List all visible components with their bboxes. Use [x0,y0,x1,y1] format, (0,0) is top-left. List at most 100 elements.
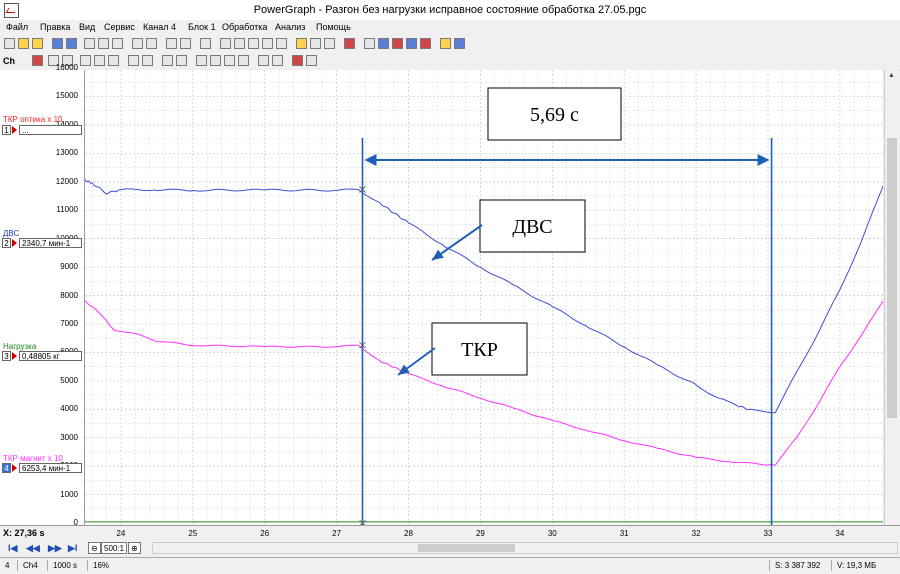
record-icon[interactable] [220,38,231,49]
view-toolbar: Ch [0,53,900,71]
channel-arrow-icon[interactable] [12,352,17,360]
zoom-analysis-icon[interactable] [378,38,389,49]
y-tick-label: 4000 [60,404,78,414]
menu-analysis[interactable]: Анализ [275,22,305,32]
y-tick-label: 13000 [55,148,78,158]
layout-icon[interactable] [272,55,283,66]
fit-icon[interactable] [108,55,119,66]
menu-block[interactable]: Блок 1 [188,22,216,32]
function-icon[interactable] [344,38,355,49]
grid-icon[interactable] [258,55,269,66]
x-axis-row: X: 27,36 s 24 25 26 27 28 29 30 31 32 33 34 [0,525,900,541]
table-edit-icon[interactable] [310,38,321,49]
menu-edit[interactable]: Правка [40,22,70,32]
y-tick-label: 1000 [60,489,78,499]
page-first-icon[interactable] [196,55,207,66]
channel-down-icon[interactable] [176,55,187,66]
open-folder-icon[interactable] [18,38,29,49]
menu-processing[interactable]: Обработка [222,22,267,32]
scale-icon[interactable] [142,55,153,66]
statistics-icon[interactable] [420,38,431,49]
channel-selector[interactable]: Ch [3,56,15,66]
channel-value: 6253,4 мин-1 [19,463,82,473]
vertical-scroll-thumb[interactable] [887,138,897,418]
channel-arrow-icon[interactable] [12,464,17,472]
channel-value: 2340,7 мин-1 [19,238,82,248]
menu-service[interactable]: Сервис [104,22,135,32]
y-tick-label: 11000 [56,205,78,215]
save-as-icon[interactable] [66,38,77,49]
cursor-readout: X: 27,36 s [3,528,45,538]
monitor-icon[interactable] [248,38,259,49]
page-next-icon[interactable] [224,55,235,66]
x-tick-label: 33 [763,529,773,538]
channel-number[interactable]: 1 [2,125,11,135]
zoom-out-button[interactable]: ⊖ [88,542,101,554]
channel-row-4[interactable]: 4 6253,4 мин-1 [2,463,82,473]
x-tick-label: 32 [691,529,701,538]
status-channel: Ch4 [20,560,48,571]
delete-marker-icon[interactable] [292,55,303,66]
clipboard-icon[interactable] [200,38,211,49]
horizontal-scroll-thumb[interactable] [418,544,515,552]
menu-channel[interactable]: Канал 4 [143,22,176,32]
device-icon[interactable] [234,38,245,49]
zoom-in-button[interactable]: ⊕ [128,542,141,554]
print-icon[interactable] [84,38,95,49]
channel-row-2[interactable]: 2 2340,7 мин-1 [2,238,82,248]
plot-area[interactable]: 5,69 с ДВС ТКР [85,70,883,525]
menu-file[interactable]: Файл [6,22,28,32]
x-tick-label: 26 [260,529,270,538]
channels-icon[interactable] [276,38,287,49]
navigation-row: I◀ ◀◀ ▶▶ ▶I ⊖ 500:1 ⊕ [0,541,900,556]
table-icon[interactable] [364,38,375,49]
copy-block-icon[interactable] [132,38,143,49]
page-prev-icon[interactable] [210,55,221,66]
channel-name-dvs: ДВС [3,229,20,238]
channel-row-1[interactable]: 1 ... [2,125,82,135]
channel-number[interactable]: 3 [2,351,11,361]
y-tick-label: 12000 [55,176,78,186]
channel-arrow-icon[interactable] [12,239,17,247]
marker-icon[interactable] [324,38,335,49]
x-tick-label: 31 [619,529,629,538]
scroll-up-icon[interactable]: ▲ [888,72,895,79]
channel-row-3[interactable]: 3 0,48805 кг [2,351,82,361]
status-rate: 1000 s [50,560,88,571]
page-setup-icon[interactable] [112,38,123,49]
channel-arrow-icon[interactable] [12,126,17,134]
go-prev-button[interactable]: ◀◀ [26,543,40,554]
help-icon[interactable] [440,38,451,49]
go-last-button[interactable]: ▶I [68,543,77,554]
page-last-icon[interactable] [238,55,249,66]
histogram-icon[interactable] [392,38,403,49]
status-percent: 16% [90,560,770,571]
channel-up-icon[interactable] [162,55,173,66]
paste-block-icon[interactable] [146,38,157,49]
autoscale-icon[interactable] [128,55,139,66]
about-icon[interactable] [454,38,465,49]
settings-icon[interactable] [262,38,273,49]
x-tick-label: 27 [332,529,342,538]
go-first-button[interactable]: I◀ [8,543,17,554]
move-icon[interactable] [94,55,105,66]
copy-icon[interactable] [166,38,177,49]
edit-icon[interactable] [296,38,307,49]
channel-number[interactable]: 4 [2,463,11,473]
go-next-button[interactable]: ▶▶ [48,543,62,554]
new-file-icon[interactable] [4,38,15,49]
open-recent-icon[interactable] [32,38,43,49]
spectrum-icon[interactable] [406,38,417,49]
main-toolbar [0,36,900,54]
cursor-icon[interactable] [80,55,91,66]
menu-help[interactable]: Помощь [316,22,351,32]
menu-view[interactable]: Вид [79,22,95,32]
vertical-scrollbar[interactable]: ▲ [884,70,899,525]
clear-icon[interactable] [306,55,317,66]
y-tick-label: 7000 [60,318,78,328]
paste-icon[interactable] [180,38,191,49]
channel-number[interactable]: 2 [2,238,11,248]
print-preview-icon[interactable] [98,38,109,49]
save-icon[interactable] [52,38,63,49]
horizontal-scrollbar[interactable] [152,542,898,554]
